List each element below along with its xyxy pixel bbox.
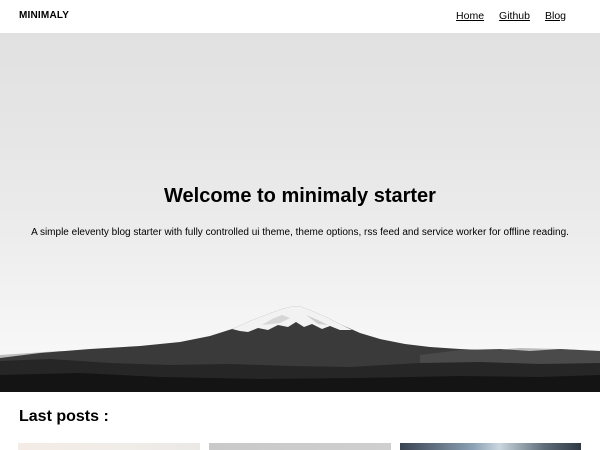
nav-link-github[interactable]: Github <box>499 10 530 22</box>
mountain-landscape-image <box>0 306 600 392</box>
site-header: MINIMALY Home Github Blog <box>0 0 600 33</box>
nav-link-home[interactable]: Home <box>456 10 484 22</box>
hero-banner: Welcome to minimaly starter A simple ele… <box>0 33 600 392</box>
last-posts-heading: Last posts : <box>19 408 109 425</box>
hero-subtitle: A simple eleventy blog starter with full… <box>31 227 569 238</box>
main-nav: Home Github Blog <box>456 10 566 22</box>
post-card-3[interactable] <box>400 443 581 450</box>
post-card-2[interactable] <box>209 443 391 450</box>
page: MINIMALY Home Github Blog Welcome to min… <box>0 0 600 450</box>
hero-title: Welcome to minimaly starter <box>164 185 436 207</box>
nav-link-blog[interactable]: Blog <box>545 10 566 22</box>
brand-logo-link[interactable]: MINIMALY <box>19 10 69 21</box>
post-card-1[interactable] <box>18 443 200 450</box>
